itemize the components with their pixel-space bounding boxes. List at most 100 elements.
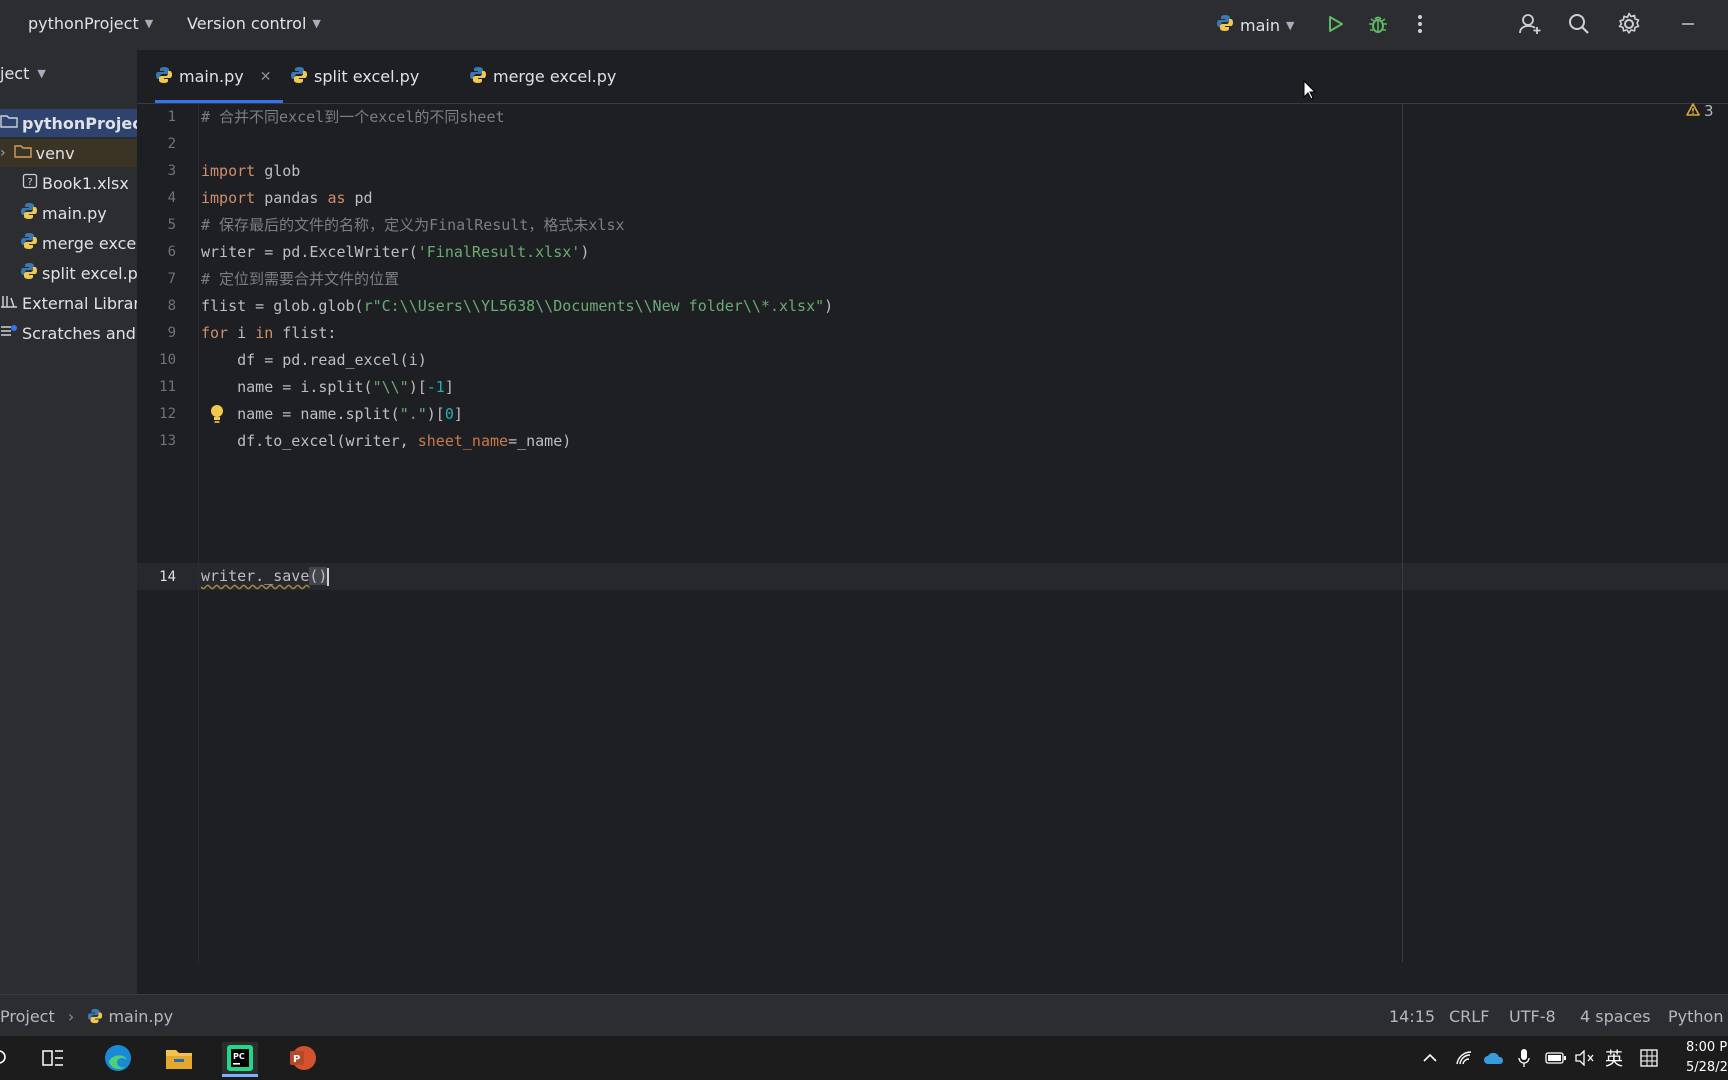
file-encoding[interactable]: UTF-8 xyxy=(1509,1007,1556,1026)
python-file-icon xyxy=(20,262,38,284)
debug-icon[interactable] xyxy=(1366,12,1390,36)
indent-setting[interactable]: 4 spaces xyxy=(1580,1007,1651,1026)
code-line-6: writer = pd.ExcelWriter('FinalResult.xls… xyxy=(201,239,589,266)
tree-item-pythonproject[interactable]: pythonProjec xyxy=(0,109,137,137)
tab-main-py[interactable]: main.py ✕ xyxy=(155,50,284,103)
code-text: )[ xyxy=(408,378,427,396)
tree-item-split-excel[interactable]: split excel.p xyxy=(20,259,137,287)
tree-item-external-libraries[interactable]: External Librari xyxy=(0,289,137,317)
code-line-12: name = name.split(".")[0] xyxy=(201,401,463,428)
line-number: 3 xyxy=(167,163,176,179)
version-control-menu[interactable]: Version control ▼ xyxy=(187,14,321,33)
code-text: ) xyxy=(824,297,834,315)
tree-item-merge-excel[interactable]: merge excel xyxy=(20,229,137,257)
tree-item-venv[interactable]: › venv xyxy=(0,139,137,167)
inspection-widget[interactable]: 3 xyxy=(1686,102,1714,120)
ime-mode-icon[interactable] xyxy=(1634,1042,1664,1074)
code-text: writer._save xyxy=(201,567,310,585)
clock-time: 8:00 P xyxy=(1686,1040,1728,1055)
search-icon[interactable] xyxy=(1567,12,1591,36)
svg-text:PC: PC xyxy=(233,1052,245,1061)
minimize-icon[interactable] xyxy=(1676,12,1700,36)
tree-item-main-py[interactable]: main.py xyxy=(20,199,107,227)
chevron-down-icon: ▼ xyxy=(144,17,154,30)
python-file-icon xyxy=(87,1007,103,1026)
tab-label: merge excel.py xyxy=(493,67,617,86)
lightbulb-icon[interactable] xyxy=(209,404,225,428)
code-line-5: # 保存最后的文件的名称，定义为FinalResult，格式未xlsx xyxy=(201,216,625,234)
task-view-icon[interactable] xyxy=(35,1042,71,1074)
code-text: )[ xyxy=(426,405,445,423)
code-text: df.to_excel(writer, xyxy=(201,432,418,450)
tree-item-scratches[interactable]: Scratches and xyxy=(0,319,136,347)
python-file-icon xyxy=(155,66,173,88)
tab-merge-excel[interactable]: merge excel.py xyxy=(469,50,616,103)
code-text: =_name) xyxy=(508,432,572,450)
chevron-right-icon: › xyxy=(67,1007,75,1026)
powerpoint-icon[interactable]: P xyxy=(284,1042,320,1074)
code-text: flist: xyxy=(273,324,337,342)
chevron-down-icon: ▼ xyxy=(312,17,321,30)
pycharm-icon[interactable]: PC xyxy=(222,1042,258,1077)
status-bar: Project › main.py 14:15 CRLF UTF-8 4 spa… xyxy=(0,994,1728,1037)
file-explorer-icon[interactable] xyxy=(161,1042,197,1074)
language-indicator[interactable]: Python xyxy=(1668,1007,1723,1026)
more-actions-icon[interactable] xyxy=(1408,12,1432,36)
os-taskbar: PC P 英 8:00 P 5/28/2 xyxy=(0,1036,1728,1080)
identifier: glob xyxy=(255,162,301,180)
tab-label: main.py xyxy=(179,67,244,86)
edge-browser-icon[interactable] xyxy=(100,1042,136,1074)
number-literal: -1 xyxy=(426,378,445,396)
line-number: 2 xyxy=(167,136,176,152)
input-method-indicator[interactable]: 英 xyxy=(1597,1042,1631,1074)
breadcrumb[interactable]: Project › main.py xyxy=(0,1007,173,1026)
clock-date: 5/28/2 xyxy=(1686,1060,1728,1075)
line-separator[interactable]: CRLF xyxy=(1449,1007,1489,1026)
tab-label: split excel.py xyxy=(314,67,420,86)
code-editor[interactable]: 1 2 3 4 5 6 7 8 9 10 11 12 13 14 # 合并不同e… xyxy=(137,102,1728,962)
add-user-icon[interactable] xyxy=(1518,12,1542,36)
onedrive-icon[interactable] xyxy=(1480,1042,1508,1074)
code-text: i xyxy=(228,324,256,342)
chevron-right-icon[interactable]: › xyxy=(0,145,6,161)
line-number: 5 xyxy=(167,217,176,233)
right-margin-guide xyxy=(1402,104,1403,962)
code-text: flist = glob.glob( xyxy=(201,297,364,315)
gear-icon[interactable] xyxy=(1617,12,1641,36)
system-clock[interactable]: 8:00 P 5/28/2 xyxy=(1686,1038,1728,1078)
battery-icon[interactable] xyxy=(1543,1042,1569,1074)
chevron-up-icon[interactable] xyxy=(1418,1042,1442,1074)
mouse-cursor-icon xyxy=(1303,79,1317,104)
line-number: 13 xyxy=(159,433,176,449)
caret-position[interactable]: 14:15 xyxy=(1389,1007,1435,1026)
close-icon[interactable]: ✕ xyxy=(260,69,272,85)
tab-split-excel[interactable]: split excel.py xyxy=(290,50,419,103)
breadcrumb-file[interactable]: main.py xyxy=(108,1007,173,1026)
code-text: ] xyxy=(453,405,463,423)
run-icon[interactable] xyxy=(1323,12,1347,36)
code-text: name = name.split( xyxy=(201,405,400,423)
tree-item-book1[interactable]: ? Book1.xlsx xyxy=(22,169,129,197)
line-number: 12 xyxy=(159,406,176,422)
tree-item-label: main.py xyxy=(42,203,107,223)
project-switcher[interactable]: pythonProject ▼ xyxy=(28,14,153,33)
project-panel-title: ject xyxy=(0,64,30,83)
run-config-selector[interactable]: main ▼ xyxy=(1216,14,1294,36)
string-literal: r"C:\\Users\\YL5638\\Documents\\New fold… xyxy=(363,297,825,315)
keyword: for xyxy=(201,324,229,342)
python-icon xyxy=(1216,14,1234,36)
microphone-icon[interactable] xyxy=(1512,1042,1536,1074)
breadcrumb-root[interactable]: Project xyxy=(0,1007,55,1026)
project-view-selector[interactable]: ject ▼ xyxy=(0,64,46,83)
volume-muted-icon[interactable] xyxy=(1573,1042,1597,1074)
code-line-9: for i in flist: xyxy=(201,320,336,347)
number-literal: 0 xyxy=(444,405,454,423)
chevron-down-icon: ▼ xyxy=(37,67,46,80)
code-text: ) xyxy=(580,243,590,261)
search-icon[interactable] xyxy=(0,1042,18,1074)
tree-item-label: venv xyxy=(35,143,75,163)
line-number: 14 xyxy=(159,569,176,585)
code-line-1: # 合并不同excel到一个excel的不同sheet xyxy=(201,108,505,126)
wifi-icon[interactable] xyxy=(1452,1042,1476,1074)
python-file-icon xyxy=(469,66,487,88)
